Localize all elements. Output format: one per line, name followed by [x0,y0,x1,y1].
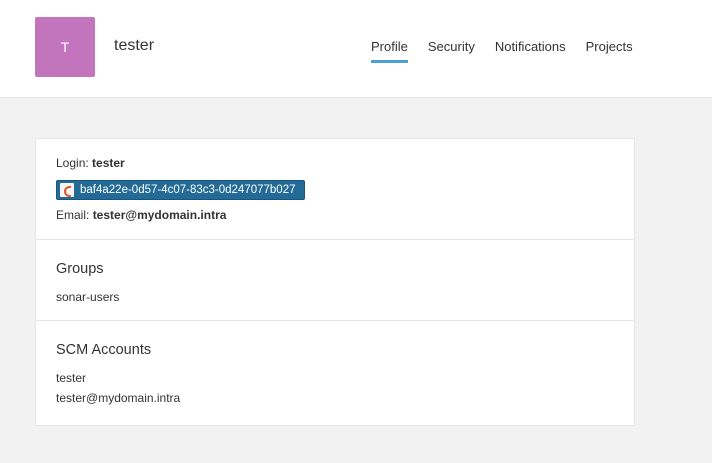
identity-badge: baf4a22e-0d57-4c07-83c3-0d247077b027 [56,180,305,200]
sonarqube-logo-icon [60,183,74,197]
scm-accounts-title: SCM Accounts [56,342,152,358]
login-line: Login: tester [56,156,125,170]
email-value: tester@mydomain.intra [92,208,227,222]
login-value: tester [92,156,125,170]
groups-section: Groups sonar-users [36,240,634,321]
login-label: Login: [56,156,93,170]
email-line: Email: tester@mydomain.intra [56,208,226,222]
account-nav: Profile Security Notifications Projects [371,39,633,63]
scm-accounts-section: SCM Accounts tester tester@mydomain.intr… [36,321,634,425]
avatar-letter: T [60,39,70,55]
tab-notifications[interactable]: Notifications [495,39,566,63]
page-header: T tester Profile Security Notifications … [0,0,712,98]
external-id: baf4a22e-0d57-4c07-83c3-0d247077b027 [80,184,296,196]
profile-card: Login: tester baf4a22e-0d57-4c07-83c3-0d… [35,138,635,426]
user-name: tester [114,37,155,54]
email-label: Email: [56,208,93,222]
identity-section: Login: tester baf4a22e-0d57-4c07-83c3-0d… [36,139,634,240]
tab-projects[interactable]: Projects [586,39,633,63]
list-item: tester@mydomain.intra [56,391,181,405]
avatar: T [35,17,95,77]
tab-profile[interactable]: Profile [371,39,408,63]
tab-security[interactable]: Security [428,39,475,63]
groups-title: Groups [56,261,104,277]
list-item: tester [56,371,87,385]
list-item: sonar-users [56,290,120,304]
